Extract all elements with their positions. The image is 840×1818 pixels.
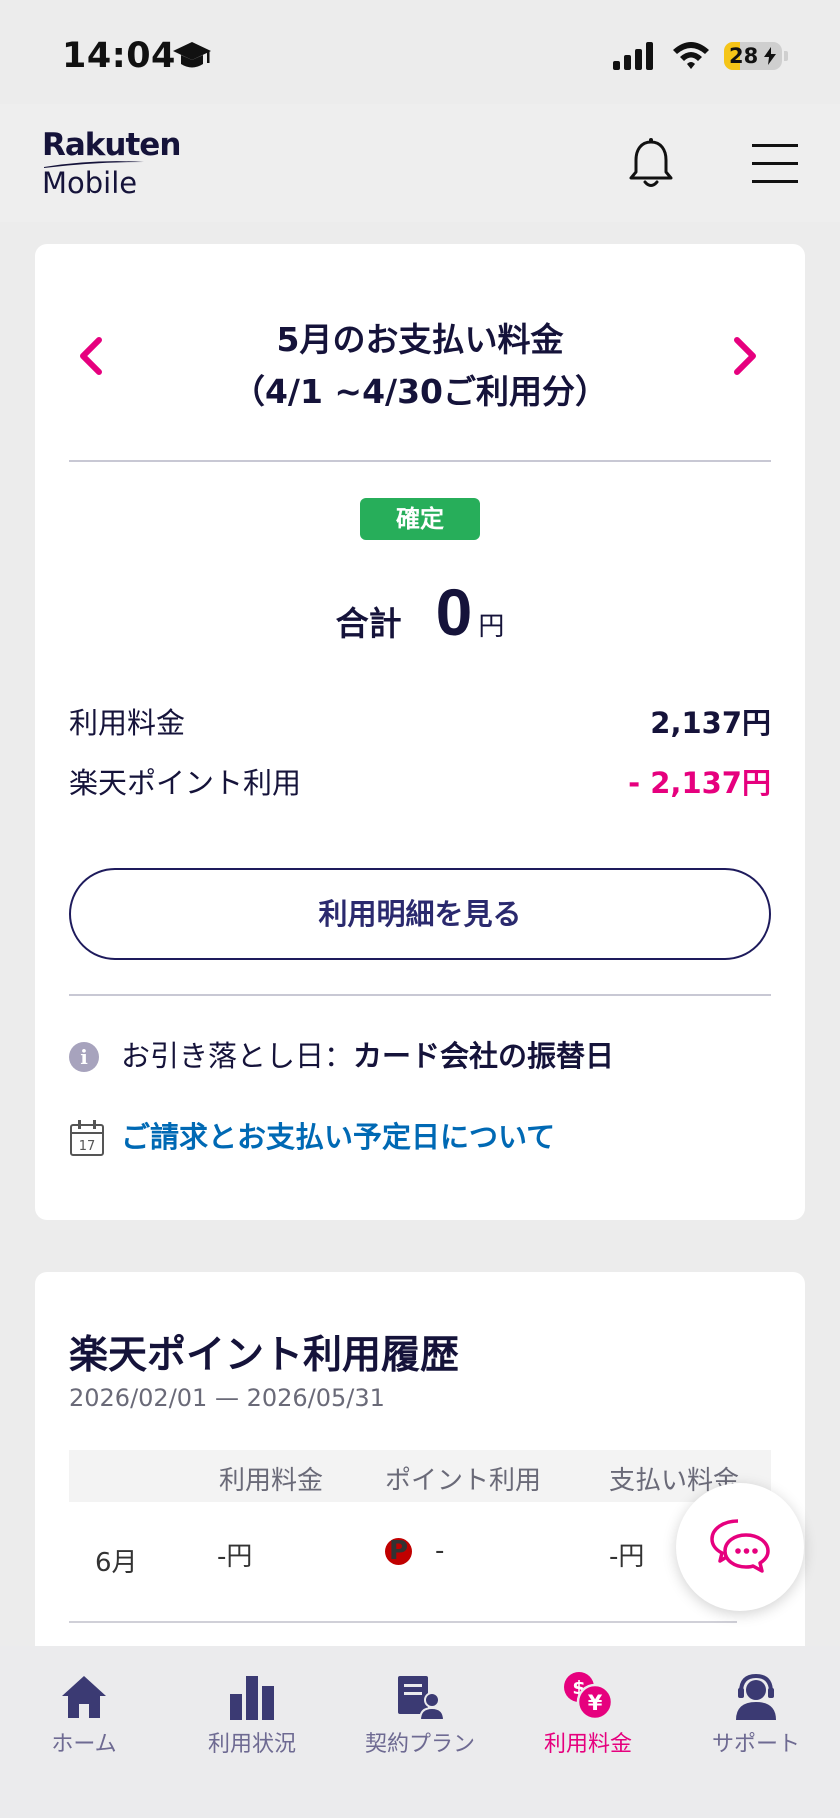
- usage-fee-value: 2,137円: [650, 706, 771, 740]
- view-details-button[interactable]: 利用明細を見る: [69, 868, 771, 960]
- bar-chart-icon: [230, 1676, 274, 1720]
- status-time: 14:04: [62, 36, 176, 76]
- payment-schedule-link-text[interactable]: ご請求とお支払い予定日について: [121, 1117, 555, 1157]
- support-icon: [736, 1673, 776, 1720]
- graduation-cap-icon: [173, 42, 211, 68]
- point-history-range: 2026/02/01 — 2026/05/31: [69, 1384, 385, 1412]
- points-used-value: - 2,137円: [628, 766, 771, 800]
- rakuten-point-icon: P: [385, 1538, 412, 1565]
- chat-support-button[interactable]: [676, 1483, 804, 1611]
- billing-icon: $ ¥: [564, 1672, 614, 1720]
- point-history-title: 楽天ポイント利用履歴: [69, 1333, 460, 1378]
- row-paid: -円: [609, 1542, 645, 1572]
- column-header: ポイント利用: [385, 1466, 542, 1496]
- nav-item-billing[interactable]: $ ¥ 利用料金: [504, 1668, 672, 1758]
- divider: [69, 994, 771, 996]
- cellular-signal-icon: [613, 42, 653, 70]
- logo-swoosh-icon: [44, 161, 144, 168]
- points-used-label: 楽天ポイント利用: [69, 766, 302, 800]
- column-header: 利用料金: [219, 1466, 324, 1496]
- svg-text:17: 17: [79, 1139, 96, 1154]
- svg-text:¥: ¥: [588, 1691, 603, 1715]
- billing-period-title: 5月のお支払い料金 （4/1 ~4/30ご利用分）: [231, 320, 609, 411]
- rakuten-mobile-logo[interactable]: Rakuten Mobile: [42, 130, 181, 198]
- row-month: 6月: [95, 1548, 138, 1578]
- calendar-icon: 17: [70, 1120, 104, 1156]
- total-label: 合計: [335, 604, 402, 643]
- status-bar: 14:04 28: [0, 0, 840, 104]
- total-unit: 円: [478, 612, 505, 642]
- app-header: Rakuten Mobile: [0, 104, 840, 222]
- next-month-arrow-icon[interactable]: [733, 336, 759, 376]
- total-amount: 0: [435, 575, 473, 649]
- row-points: -: [435, 1536, 445, 1566]
- nav-item-usage[interactable]: 利用状況: [168, 1668, 336, 1758]
- billing-card: 5月のお支払い料金 （4/1 ~4/30ご利用分） 確定 合計 0 円 利用料金 2…: [35, 244, 805, 1220]
- usage-fee-label: 利用料金: [69, 706, 186, 740]
- battery-indicator: 28: [724, 42, 782, 70]
- wifi-icon: [673, 42, 709, 69]
- notification-bell-icon[interactable]: [628, 138, 674, 190]
- charging-bolt-icon: [764, 47, 776, 65]
- row-fee: -円: [217, 1542, 253, 1572]
- home-icon: [62, 1676, 106, 1718]
- table-header: 利用料金 ポイント利用 支払い料金: [69, 1450, 771, 1502]
- bottom-navigation: ホーム 利用状況 契約プラン $ ¥ 利用料金 サポート: [0, 1646, 840, 1818]
- debit-date-label: お引き落とし日：: [121, 1039, 354, 1073]
- total-amount-row: 合計 0 円: [35, 574, 805, 650]
- contract-icon: [398, 1676, 444, 1720]
- nav-item-plan[interactable]: 契約プラン: [336, 1668, 504, 1758]
- table-row[interactable]: 6月 -円 P - -円: [69, 1536, 771, 1596]
- chat-bubbles-icon: [710, 1519, 770, 1573]
- debit-date-value: カード会社の振替日: [353, 1039, 615, 1073]
- status-badge: 確定: [360, 498, 480, 540]
- hamburger-menu-icon[interactable]: [752, 144, 798, 184]
- nav-item-home[interactable]: ホーム: [0, 1668, 168, 1758]
- info-icon: i: [69, 1042, 99, 1072]
- nav-item-support[interactable]: サポート: [672, 1668, 840, 1758]
- row-divider: [69, 1621, 737, 1623]
- divider: [69, 460, 771, 462]
